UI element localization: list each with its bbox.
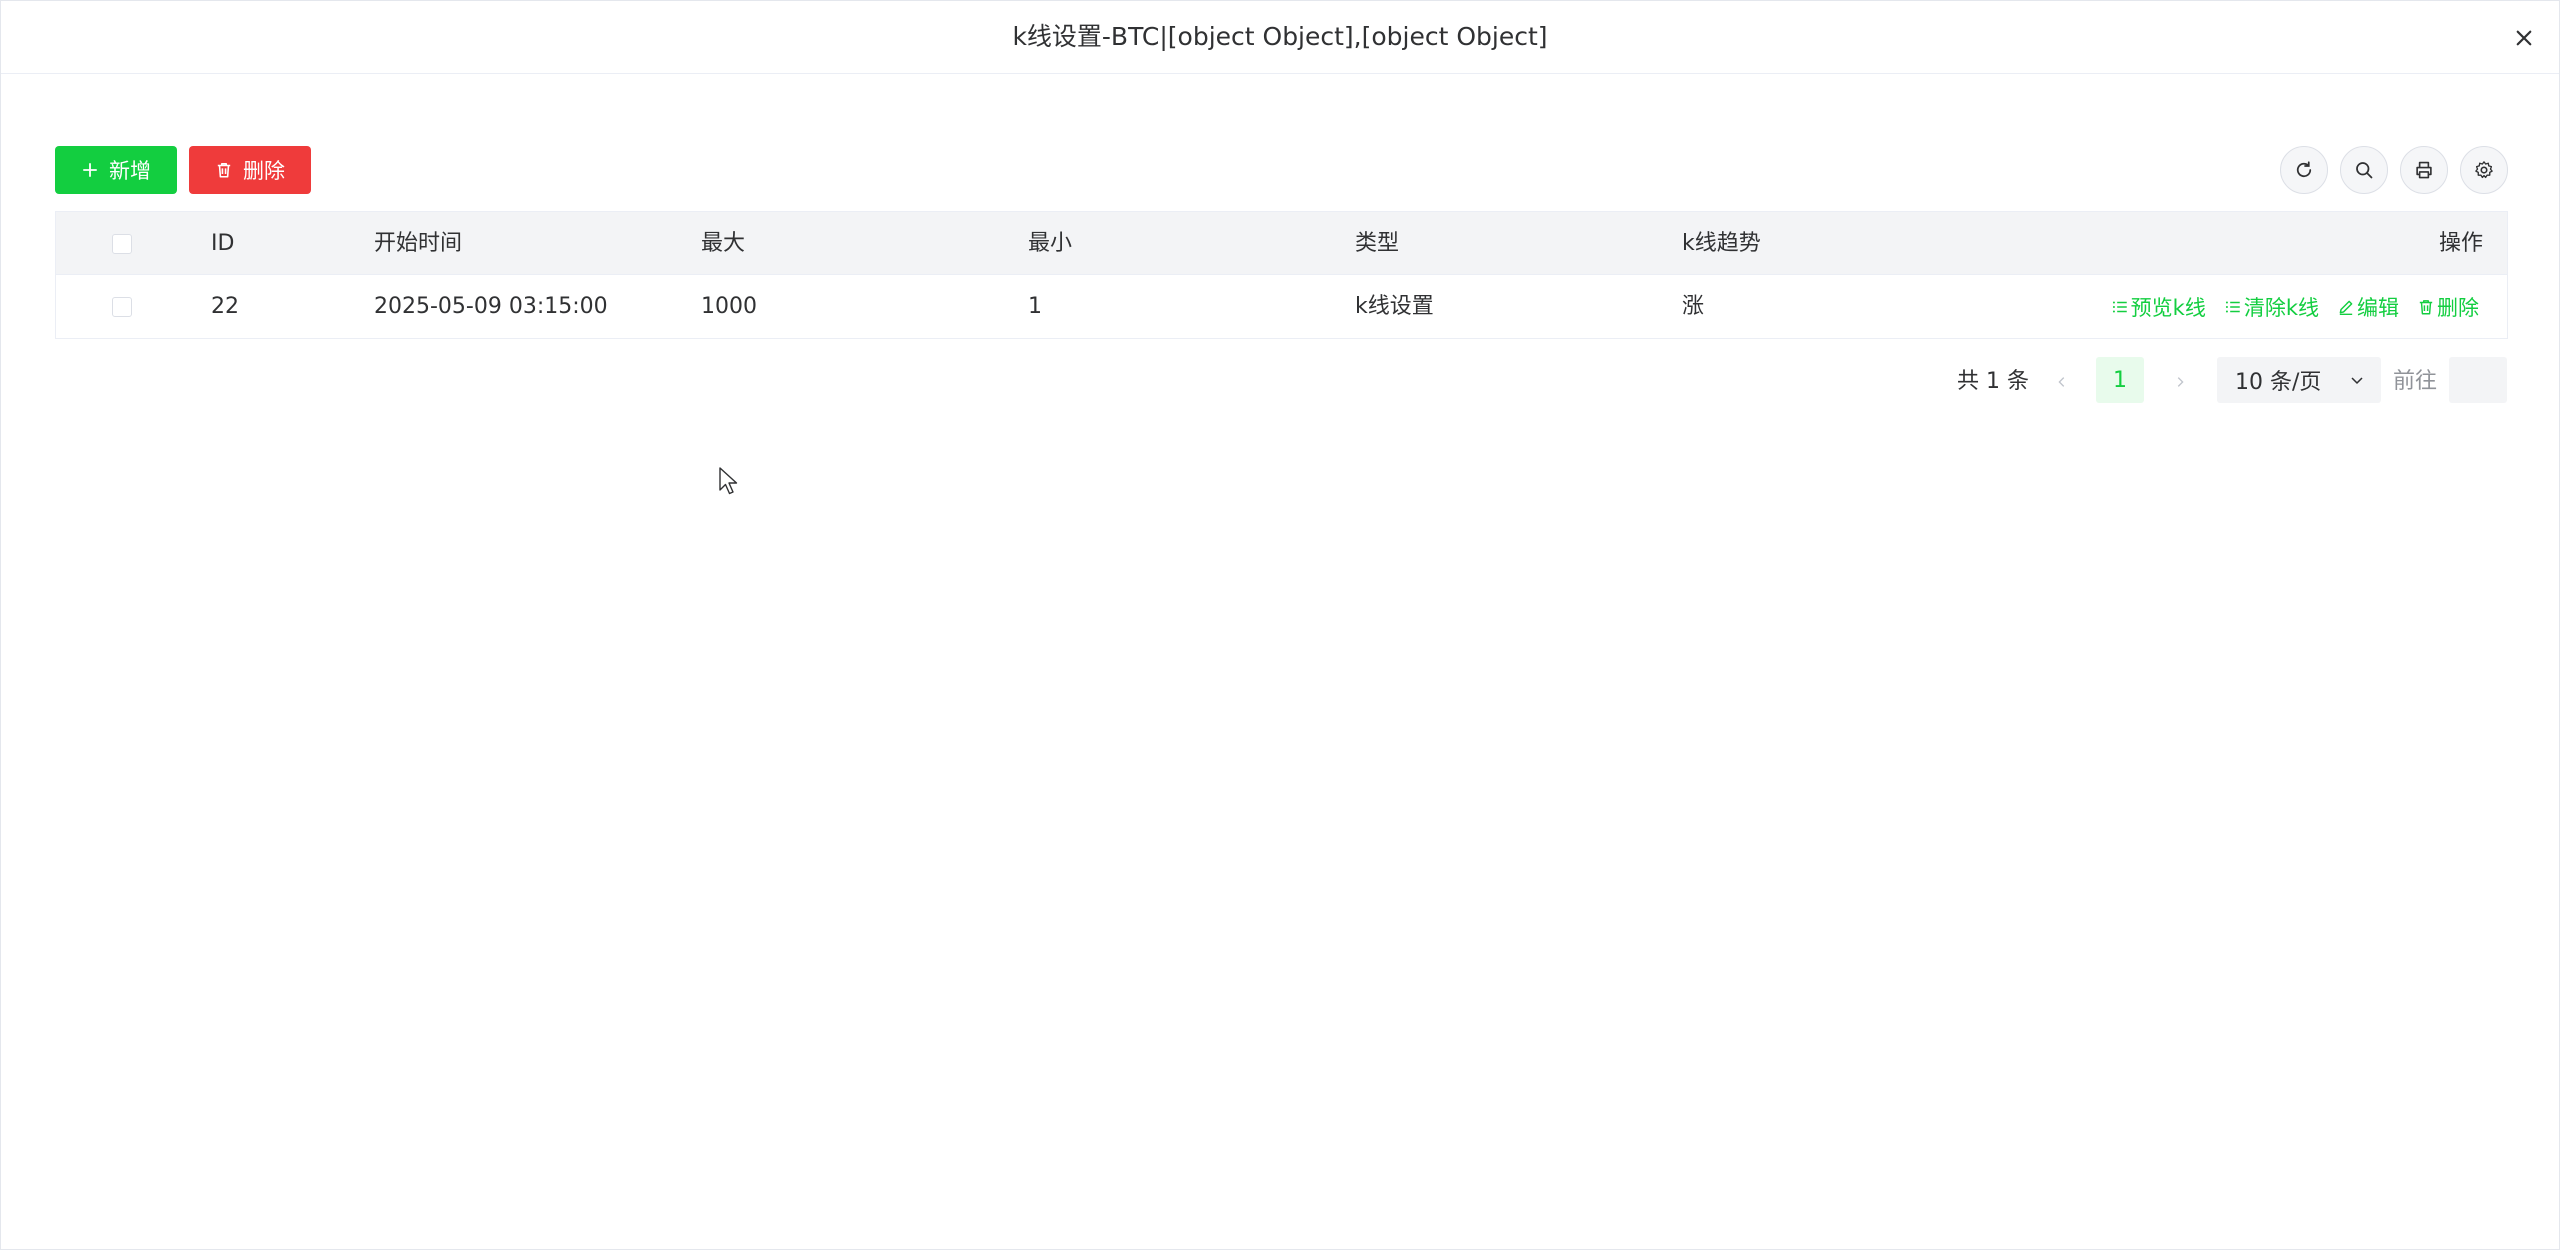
chevron-down-icon [2351,377,2363,385]
cell-min: 1 [1028,294,1042,319]
table-row: 22 2025-05-09 03:15:00 1000 1 k线设置 涨 预览k… [56,275,2507,338]
preview-kline-link[interactable]: 预览k线 [2111,292,2206,322]
table-header: ID 开始时间 最大 最小 类型 k线趋势 操作 [56,212,2507,275]
page-number-current[interactable]: 1 [2096,357,2144,403]
add-button-label: 新增 [109,159,151,183]
header-start-time: 开始时间 [374,231,463,256]
cell-type: k线设置 [1355,294,1434,319]
dialog-title: k线设置-BTC|[object Object],[object Object] [1012,22,1548,51]
row-checkbox[interactable] [112,297,132,317]
trash-icon [2419,299,2433,314]
kline-settings-table: ID 开始时间 最大 最小 类型 k线趋势 操作 22 2025-05-09 0… [55,211,2508,339]
goto-page-input[interactable] [2449,357,2507,403]
cell-trend: 涨 [1682,294,1705,319]
cell-start-time: 2025-05-09 03:15:00 [374,294,608,319]
edit-label: 编辑 [2357,295,2399,320]
header-type: 类型 [1355,231,1400,256]
delete-button[interactable]: 删除 [189,146,311,194]
list-icon [2225,300,2240,313]
kline-settings-dialog: k线设置-BTC|[object Object],[object Object]… [0,0,2560,1250]
search-icon[interactable] [2340,146,2388,194]
mouse-cursor-icon [719,467,738,495]
cell-max: 1000 [701,294,757,319]
trash-icon [217,163,231,178]
clear-kline-link[interactable]: 清除k线 [2224,292,2319,322]
page-size-select[interactable]: 10 条/页 [2217,357,2381,403]
page-size-value: 10 条/页 [2235,370,2322,395]
header-actions: 操作 [2438,231,2483,256]
header-max: 最大 [701,231,746,256]
plus-icon [83,163,97,177]
delete-button-label: 删除 [243,159,285,183]
edit-link[interactable]: 编辑 [2337,292,2399,322]
refresh-icon[interactable] [2280,146,2328,194]
delete-row-link[interactable]: 删除 [2417,292,2479,322]
next-page-chevron-right-icon[interactable] [2165,363,2195,401]
goto-label: 前往 [2393,369,2438,394]
cell-id: 22 [211,294,239,319]
select-all-checkbox[interactable] [112,234,132,254]
settings-gear-icon[interactable] [2460,146,2508,194]
pagination-total: 共 1 条 [1957,369,2029,394]
close-icon[interactable] [2509,23,2539,53]
header-min: 最小 [1028,231,1073,256]
header-trend: k线趋势 [1682,231,1761,256]
clear-kline-label: 清除k线 [2243,295,2319,320]
dialog-header: k线设置-BTC|[object Object],[object Object] [1,1,2559,74]
header-id: ID [211,231,235,256]
preview-kline-label: 预览k线 [2130,295,2206,320]
row-actions: 预览k线 清除k线 编辑 删除 [2111,275,2479,338]
prev-page-chevron-left-icon[interactable] [2047,363,2077,401]
print-icon[interactable] [2400,146,2448,194]
edit-pencil-icon [2339,300,2353,315]
list-icon [2112,300,2127,313]
delete-row-label: 删除 [2437,295,2479,320]
add-button[interactable]: 新增 [55,146,177,194]
